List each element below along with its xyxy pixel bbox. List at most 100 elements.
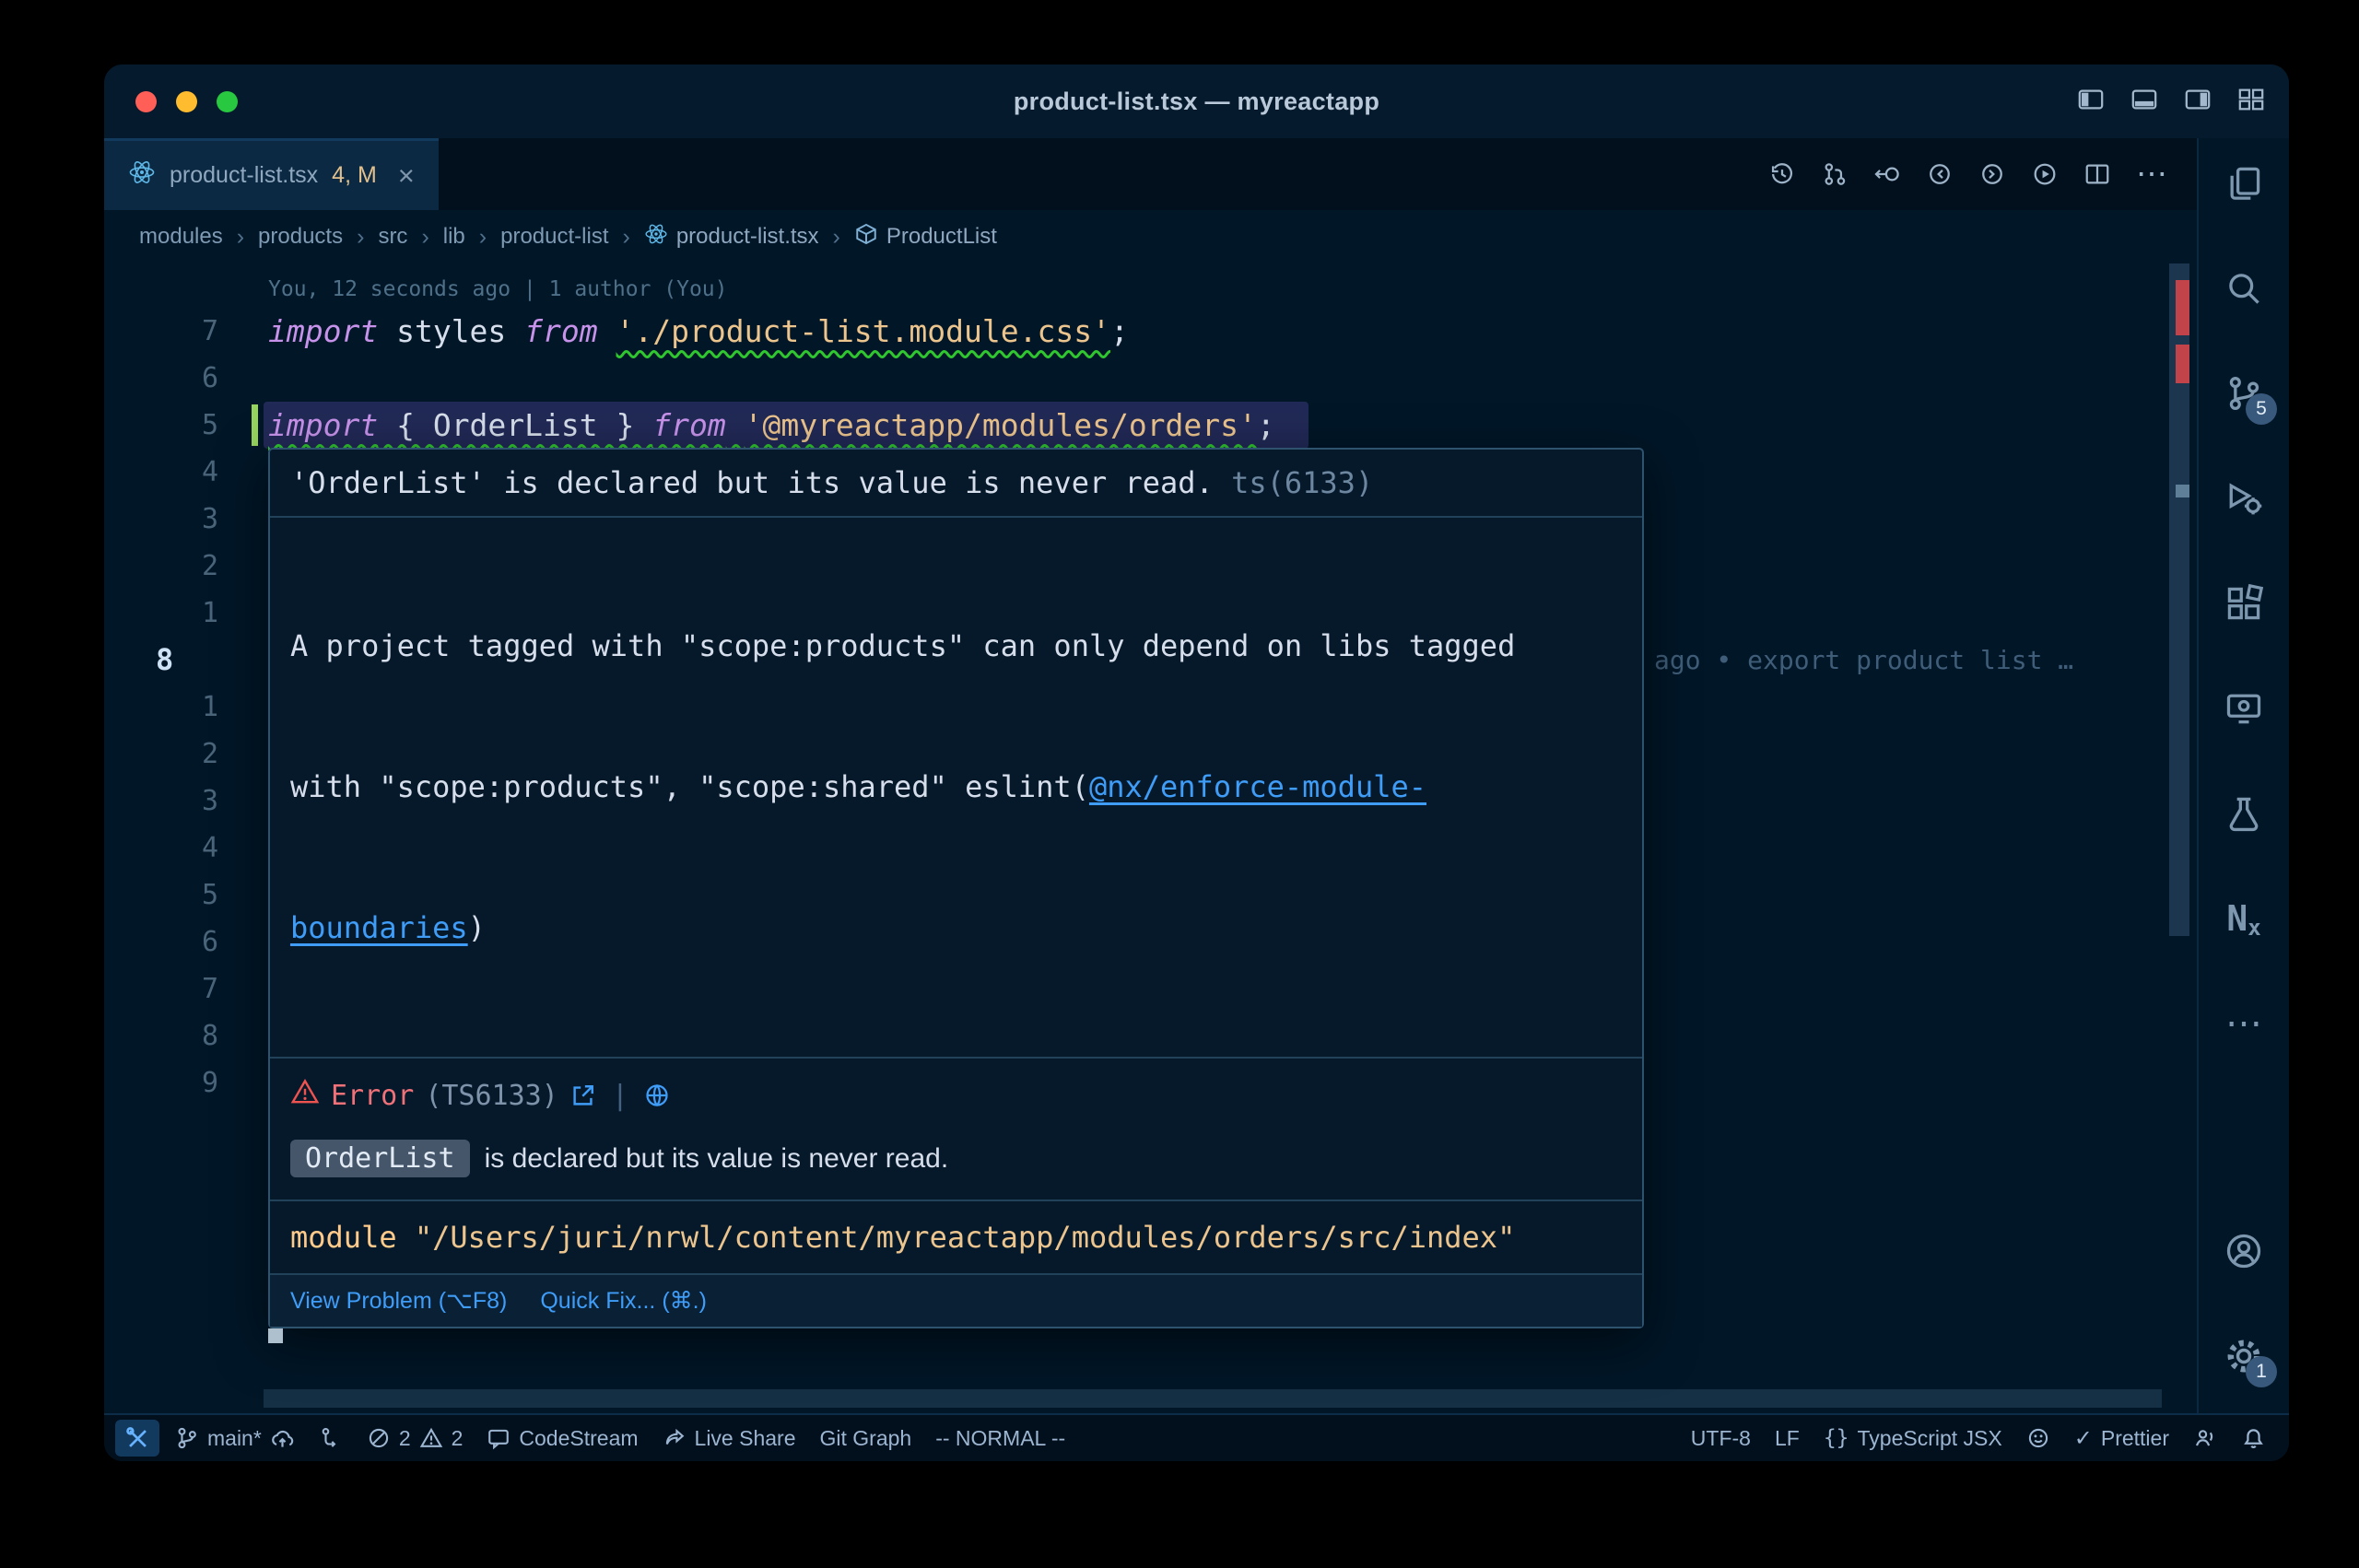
line-number: 5 — [104, 872, 218, 919]
notifications-status-item[interactable] — [2229, 1415, 2278, 1461]
horizontal-scrollbar[interactable] — [264, 1389, 2162, 1408]
breadcrumb-item-lib[interactable]: lib — [443, 224, 465, 250]
line-number: 2 — [104, 543, 218, 590]
chevron-right-icon: › — [237, 224, 244, 251]
line-number: 1 — [104, 684, 218, 731]
nx-rule-link[interactable]: boundaries — [290, 910, 468, 945]
settings-gear-icon[interactable]: 1 — [2222, 1334, 2266, 1378]
symbol-cube-icon — [854, 222, 878, 252]
nx-console-icon[interactable]: Nx — [2222, 896, 2266, 941]
chevron-right-icon: › — [479, 224, 487, 251]
error-code: (TS6133) — [425, 1080, 558, 1112]
smiley-icon — [2026, 1426, 2050, 1450]
window-title: product-list.tsx — myreactapp — [1014, 88, 1379, 116]
next-change-icon[interactable] — [1978, 160, 2006, 188]
previous-change-icon[interactable] — [1926, 160, 1954, 188]
source-control-icon[interactable]: 5 — [2222, 371, 2266, 415]
breadcrumb-item-product-list[interactable]: product-list — [500, 224, 608, 250]
code-line[interactable]: 7import styles from './product-list.modu… — [104, 308, 2197, 355]
overview-ruler-mark — [2176, 485, 2189, 497]
close-window-button[interactable] — [135, 91, 157, 112]
breadcrumb-item-products[interactable]: products — [258, 224, 343, 250]
extensions-icon[interactable] — [2222, 581, 2266, 626]
error-hover-popup: 'OrderList' is declared but its value is… — [268, 448, 1644, 1328]
navigate-back-icon[interactable] — [1873, 160, 1901, 188]
toggle-sidebar-icon[interactable] — [2077, 86, 2105, 118]
additional-views-icon[interactable]: ⋯ — [2222, 1001, 2266, 1046]
check-icon: ✓ — [2074, 1425, 2093, 1452]
tab-product-list[interactable]: product-list.tsx 4, M × — [104, 138, 439, 210]
line-number: 6 — [104, 355, 218, 402]
overview-ruler-error-mark — [2176, 280, 2189, 335]
search-icon[interactable] — [2222, 266, 2266, 310]
git-graph-status-item[interactable]: Git Graph — [808, 1415, 924, 1461]
line-number: 9 — [104, 1059, 218, 1106]
chevron-right-icon: › — [833, 224, 840, 251]
code-line[interactable]: 6 — [104, 355, 2197, 402]
line-number: 6 — [104, 919, 218, 965]
code-line[interactable]: 5import { OrderList } from '@myreactapp/… — [104, 402, 2197, 449]
tab-bar: product-list.tsx 4, M × — [104, 138, 2197, 210]
toggle-panel-icon[interactable] — [2130, 86, 2158, 118]
view-problem-link[interactable]: View Problem (⌥F8) — [290, 1285, 507, 1316]
editor-pane[interactable]: You, 12 seconds ago | 1 author (You) 7im… — [104, 263, 2197, 1413]
live-share-icon — [663, 1426, 687, 1450]
popup-resize-handle[interactable] — [268, 1328, 283, 1343]
error-label: Error — [331, 1080, 414, 1112]
braces-icon: {} — [1824, 1426, 1849, 1450]
symbol-chip: OrderList — [290, 1140, 470, 1177]
live-share-session-status-item[interactable] — [2181, 1415, 2229, 1461]
tab-close-icon[interactable]: × — [398, 161, 415, 190]
breadcrumb-item-file[interactable]: product-list.tsx — [644, 222, 819, 252]
run-file-icon[interactable] — [2031, 160, 2059, 188]
eslint-diagnostic-message: A project tagged with "scope:products" c… — [270, 518, 1642, 1059]
git-blame-header: You, 12 seconds ago | 1 author (You) — [268, 271, 728, 308]
breadcrumb-item-modules[interactable]: modules — [139, 224, 223, 250]
error-detail-section: Error(TS6133) | OrderList is declared — [270, 1059, 1642, 1201]
live-share-status-item[interactable]: Live Share — [651, 1415, 808, 1461]
activity-bar: 5 Nx ⋯ — [2197, 138, 2289, 1413]
chevron-right-icon: › — [622, 224, 629, 251]
language-mode-status-item[interactable]: {} TypeScript JSX — [1812, 1415, 2014, 1461]
explorer-icon[interactable] — [2222, 161, 2266, 205]
zoom-window-button[interactable] — [217, 91, 238, 112]
more-actions-icon[interactable]: ⋯ — [2136, 158, 2167, 190]
line-number: 1 — [104, 590, 218, 637]
tab-modified-badge: 4, M — [332, 162, 377, 189]
open-external-icon[interactable] — [569, 1082, 597, 1109]
ts-error-code: ts(6133) — [1231, 465, 1373, 500]
warnings-icon — [419, 1426, 443, 1450]
error-warning-icon — [290, 1077, 320, 1114]
scm-badge: 5 — [2246, 393, 2277, 425]
customize-layout-icon[interactable] — [2237, 86, 2265, 118]
split-editor-icon[interactable] — [2083, 160, 2111, 188]
compare-changes-icon[interactable] — [1821, 160, 1848, 188]
line-number: 4 — [104, 449, 218, 496]
tools-icon — [125, 1426, 150, 1451]
globe-icon[interactable] — [643, 1082, 671, 1109]
toggle-secondary-sidebar-icon[interactable] — [2184, 86, 2212, 118]
timeline-icon[interactable] — [1768, 160, 1796, 188]
breadcrumb-item-symbol[interactable]: ProductList — [854, 222, 997, 252]
feedback-status-item[interactable] — [2014, 1415, 2062, 1461]
testing-icon[interactable] — [2222, 791, 2266, 836]
codestream-status-item[interactable]: CodeStream — [475, 1415, 650, 1461]
breadcrumb-item-src[interactable]: src — [378, 224, 407, 250]
line-number: 3 — [104, 496, 218, 543]
compare-branch-status-item[interactable] — [307, 1415, 355, 1461]
quick-fix-link[interactable]: Quick Fix... (⌘.) — [540, 1285, 707, 1316]
prettier-status-item[interactable]: ✓ Prettier — [2062, 1415, 2181, 1461]
overview-ruler-error-mark — [2176, 345, 2189, 383]
problems-status-item[interactable]: 2 2 — [355, 1415, 475, 1461]
accounts-icon[interactable] — [2222, 1229, 2266, 1273]
eol-status-item[interactable]: LF — [1763, 1415, 1812, 1461]
branch-status-item[interactable]: main* — [163, 1415, 307, 1461]
remote-explorer-icon[interactable] — [2222, 686, 2266, 731]
settings-badge: 1 — [2246, 1356, 2277, 1387]
nx-rule-link[interactable]: @nx/enforce-module- — [1089, 769, 1426, 804]
minimize-window-button[interactable] — [176, 91, 197, 112]
encoding-status-item[interactable]: UTF-8 — [1679, 1415, 1763, 1461]
run-debug-icon[interactable] — [2222, 476, 2266, 521]
status-bar: main* 2 2 — [104, 1413, 2289, 1461]
tools-status-item[interactable] — [115, 1420, 159, 1457]
